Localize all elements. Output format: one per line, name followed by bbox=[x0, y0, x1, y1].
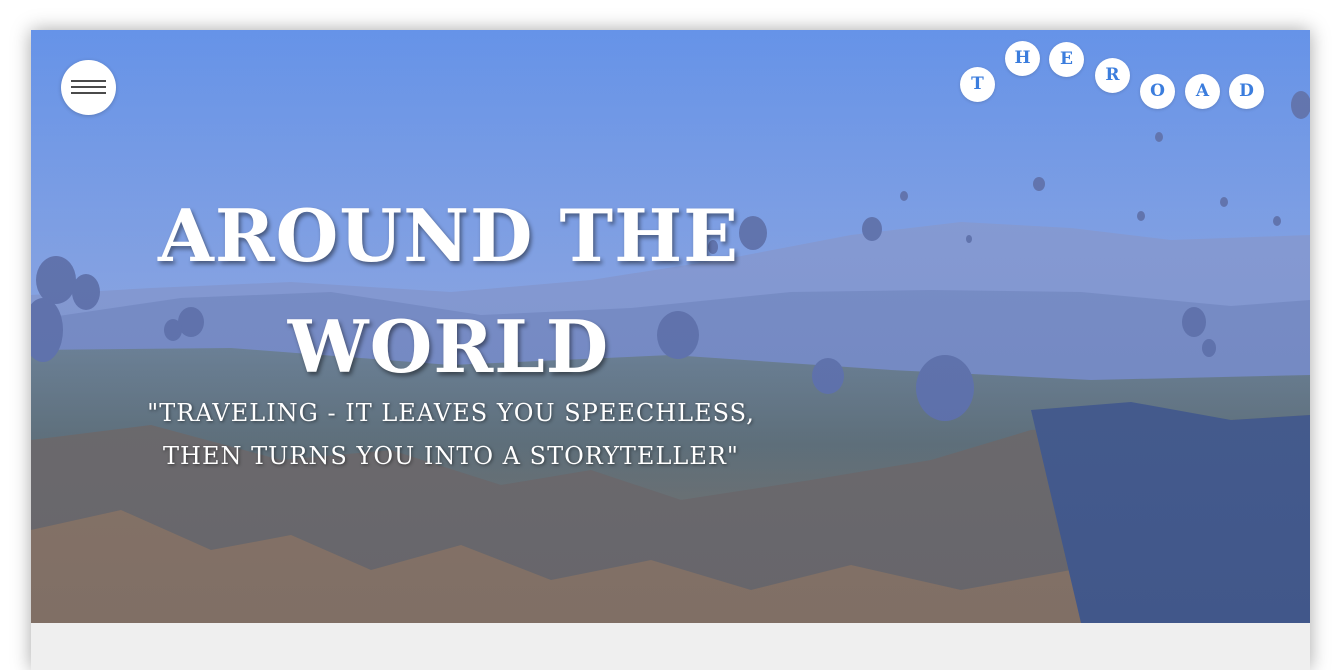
logo-letter-h: H bbox=[1005, 41, 1040, 76]
logo-letter-r: R bbox=[1095, 58, 1130, 93]
menu-line bbox=[71, 86, 106, 88]
logo-letter-d: D bbox=[1229, 74, 1264, 109]
content-area bbox=[31, 623, 1310, 670]
logo-letter-e: E bbox=[1049, 42, 1084, 77]
logo-letter-o: O bbox=[1140, 74, 1175, 109]
logo-letter-t: T bbox=[960, 67, 995, 102]
menu-line bbox=[71, 80, 106, 82]
hero-quote: "TRAVELING - IT LEAVES YOU SPEECHLESS, T… bbox=[91, 392, 811, 478]
hero-title-line-1: AROUND THE bbox=[157, 193, 739, 278]
hero-title: AROUND THE WORLD bbox=[151, 180, 746, 402]
hero-title-line-2: WORLD bbox=[287, 304, 610, 389]
menu-line bbox=[71, 92, 106, 94]
logo-letter-a: A bbox=[1185, 74, 1220, 109]
page-card: T H E R O A D AROUND THE WORLD "TRAVELIN… bbox=[31, 30, 1310, 670]
menu-button[interactable] bbox=[61, 60, 116, 115]
hero-quote-line-2: THEN TURNS YOU INTO A STORYTELLER" bbox=[163, 442, 739, 470]
hero-quote-line-1: "TRAVELING - IT LEAVES YOU SPEECHLESS, bbox=[147, 399, 755, 427]
hero-section: T H E R O A D AROUND THE WORLD "TRAVELIN… bbox=[31, 30, 1310, 623]
